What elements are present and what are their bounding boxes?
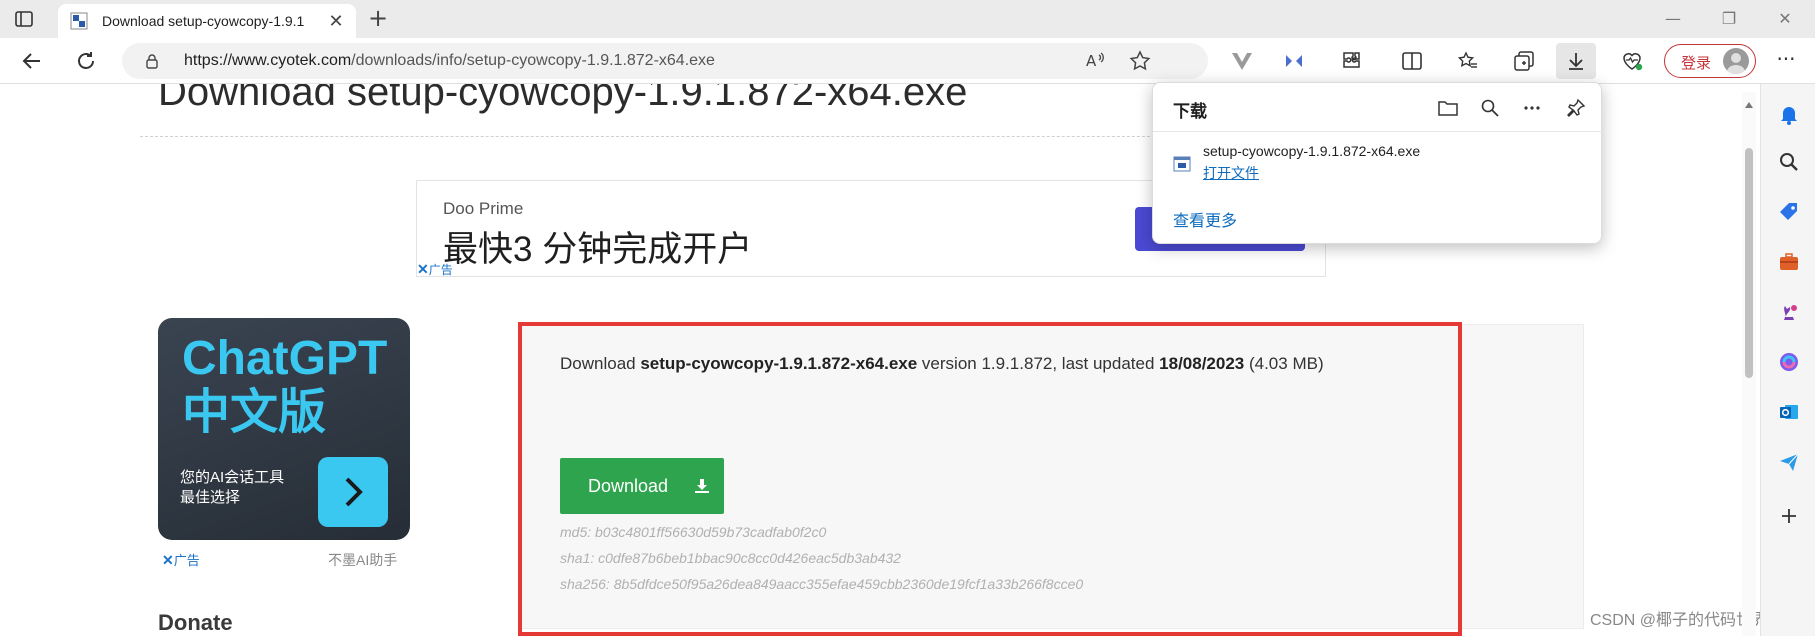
address-bar[interactable]: https://www.cyotek.com/downloads/info/se… [122,43,1208,79]
refresh-icon[interactable] [74,49,98,73]
chatgpt-ad[interactable]: ChatGPT 中文版 您的AI会话工具 最佳选择 [158,318,410,540]
desc-date: 18/08/2023 [1159,354,1245,373]
browser-essentials-heart-icon[interactable] [1620,49,1644,73]
search-icon[interactable] [1777,150,1801,174]
downloads-flyout: 下载 setup-cyowcopy-1.9.1.872-x64.exe 打开文件… [1152,82,1603,244]
open-file-link[interactable]: 打开文件 [1203,163,1259,183]
page-title: Download setup-cyowcopy-1.9.1.872-x64.ex… [158,84,968,114]
sha256-hash: sha256: 8b5dfdce50f95a26dea849aacc355efa… [560,576,1084,592]
ad-close[interactable]: ✕广告 [417,261,453,278]
desc-prefix: Download [560,354,641,373]
back-arrow-icon[interactable] [20,49,44,73]
restore-button[interactable]: ❐ [1718,8,1740,30]
minimize-button[interactable]: — [1662,8,1684,30]
tools-briefcase-icon[interactable] [1777,250,1801,274]
download-arrow-icon [1564,49,1588,73]
side-ad-brand: 不墨AI助手 [328,552,398,568]
scroll-up-arrow-icon[interactable] [1744,96,1754,108]
download-description: Download setup-cyowcopy-1.9.1.872-x64.ex… [560,354,1324,374]
browser-toolbar: https://www.cyotek.com/downloads/info/se… [0,38,1815,84]
exe-file-icon [1173,155,1191,173]
flyout-divider [1153,131,1603,132]
search-downloads-icon[interactable] [1479,97,1501,119]
side-ad-arrow-button[interactable] [318,457,388,527]
outlook-icon[interactable] [1777,400,1801,424]
flyout-title: 下载 [1173,102,1207,121]
settings-more-button[interactable]: ··· [1774,49,1798,73]
sha1-hash: sha1: c0dfe87b6beb1bbac90c8cc0d426eac5db… [560,550,901,566]
tab-bar: Download setup-cyowcopy-1.9.1 ✕ + — ❐ ✕ [0,0,1815,38]
side-ad-sub-line2: 最佳选择 [180,489,241,506]
url-host: https://www.cyotek.com [184,52,352,69]
ad-close-icon: ✕ [417,261,429,277]
svg-text:A: A [1086,52,1097,70]
download-icon [694,478,710,494]
extensions-puzzle-icon[interactable] [1340,49,1364,73]
ad-headline: 最快3 分钟完成开户 [443,230,753,269]
desc-filename: setup-cyowcopy-1.9.1.872-x64.exe [640,354,918,373]
read-aloud-icon[interactable]: A [1084,49,1108,73]
side-ad-sub-line1: 您的AI会话工具 [180,469,285,486]
side-ad-title-line1: ChatGPT [182,332,388,385]
url-text[interactable]: https://www.cyotek.com/downloads/info/se… [184,52,715,70]
extension-translate-icon[interactable] [1282,49,1306,73]
tab-actions-icon[interactable] [14,9,34,29]
collections-icon[interactable] [1512,49,1536,73]
see-more-link[interactable]: 查看更多 [1173,207,1237,231]
donate-heading: Donate [158,610,233,635]
downloaded-file-name[interactable]: setup-cyowcopy-1.9.1.872-x64.exe [1203,143,1420,159]
bell-icon[interactable] [1777,102,1801,126]
desc-size: (4.03 MB) [1244,354,1324,373]
url-path: /downloads/info/setup-cyowcopy-1.9.1.872… [351,52,715,69]
scroll-thumb[interactable] [1745,148,1753,378]
side-ad-tag-label: 广告 [173,553,200,568]
chevron-right-icon [345,477,363,507]
cyotek-favicon-icon [70,12,88,30]
ad-brand: Doo Prime [443,199,524,218]
new-tab-button[interactable]: + [366,6,390,31]
tab-title: Download setup-cyowcopy-1.9.1 [102,13,305,29]
avatar [1723,48,1749,74]
desc-version: version 1.9.1.872, last updated [917,354,1160,373]
more-options-icon[interactable] [1521,97,1543,119]
shopping-tag-icon[interactable] [1777,200,1801,224]
favorite-star-icon[interactable] [1128,49,1152,73]
close-window-button[interactable]: ✕ [1774,8,1796,30]
lock-icon[interactable] [144,53,160,69]
active-tab[interactable]: Download setup-cyowcopy-1.9.1 ✕ [58,4,356,38]
side-ad-title: ChatGPT 中文版 [182,332,387,440]
add-sidebar-app-icon[interactable] [1777,504,1801,528]
favorites-icon[interactable] [1456,49,1480,73]
side-ad-title-line2: 中文版 [182,386,327,439]
login-button[interactable]: 登录 [1664,44,1756,78]
copilot-icon[interactable] [1777,350,1801,374]
login-label: 登录 [1681,55,1712,72]
vue-devtools-icon[interactable] [1230,49,1254,73]
download-button-label: Download [588,476,669,496]
close-tab-icon[interactable]: ✕ [326,11,346,31]
md5-hash: md5: b03c4801ff56630d59b73cadfab0f2c0 [560,524,827,540]
send-paper-plane-icon[interactable] [1777,450,1801,474]
ad-tag-label: 广告 [428,263,453,277]
side-ad-close[interactable]: ✕广告 [162,550,200,569]
split-screen-icon[interactable] [1400,49,1424,73]
download-button[interactable]: Download [560,458,724,514]
csdn-watermark: CSDN @椰子的代码世界 [1590,612,1760,629]
downloads-button[interactable] [1556,43,1596,79]
games-chess-icon[interactable] [1777,300,1801,324]
edge-sidebar [1760,84,1815,636]
side-ad-close-icon: ✕ [162,552,174,568]
pin-icon[interactable] [1565,97,1587,119]
title-divider [140,136,1190,137]
open-folder-icon[interactable] [1437,97,1459,119]
side-ad-subtitle: 您的AI会话工具 最佳选择 [180,468,284,508]
